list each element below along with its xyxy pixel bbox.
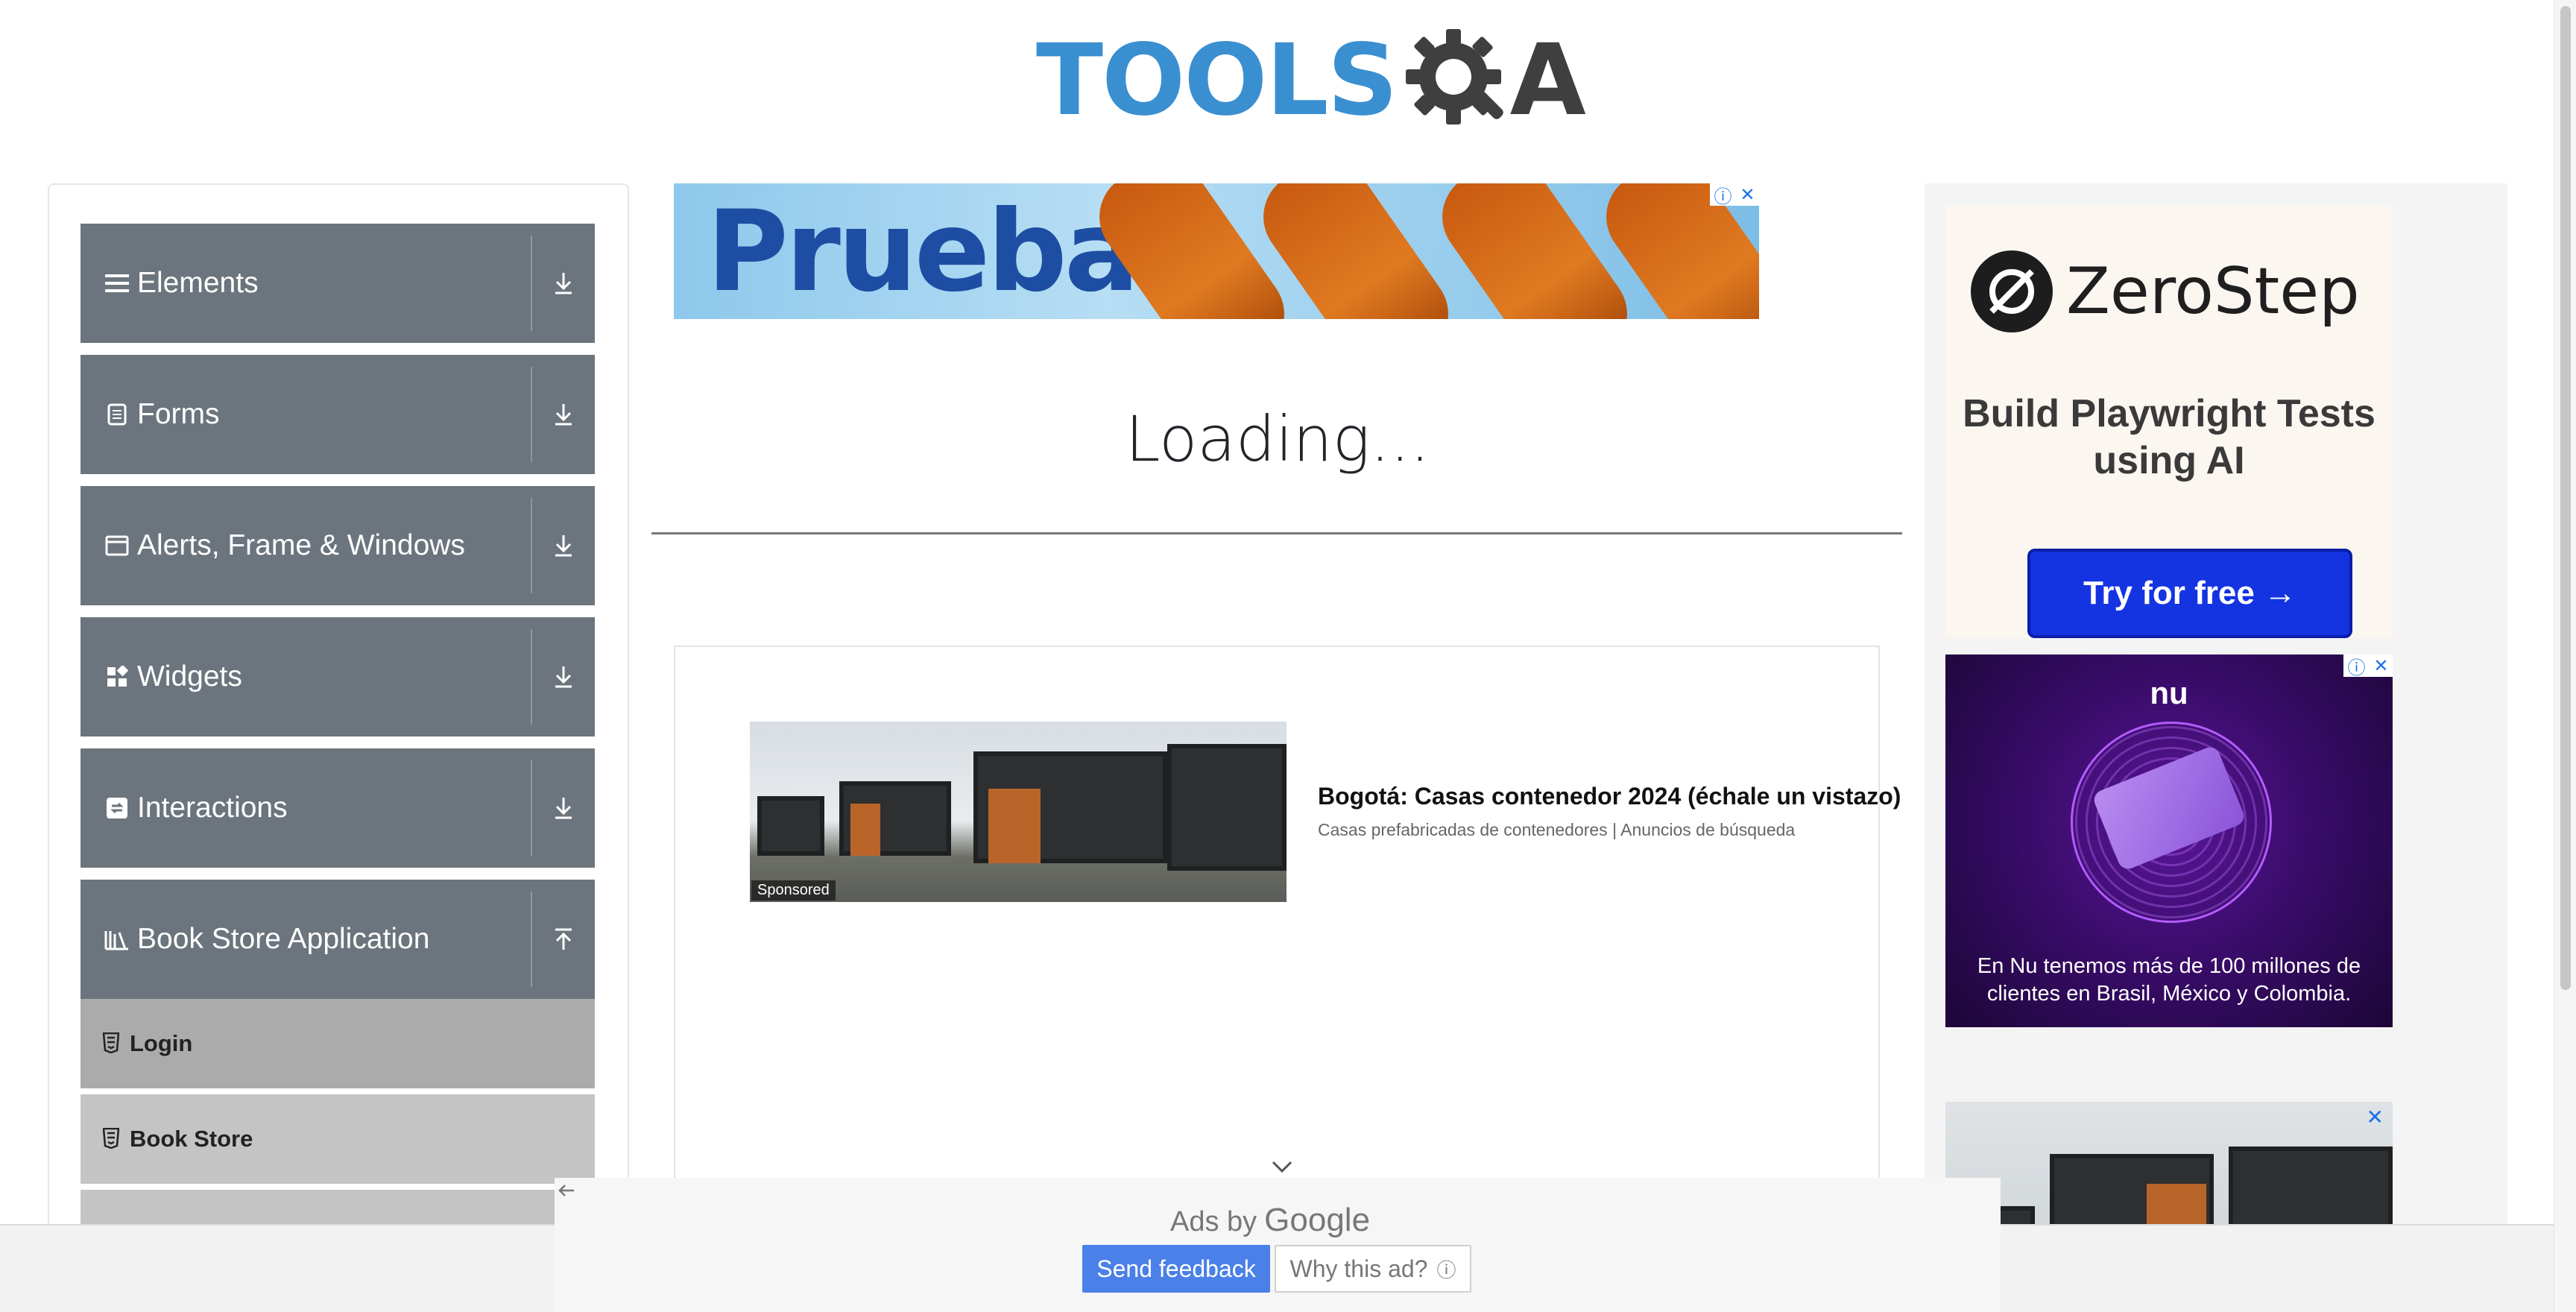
- sidebar-group-label: Elements: [137, 267, 259, 299]
- info-icon[interactable]: ⓘ: [2347, 655, 2365, 679]
- sidebar-item-label: Book Store: [130, 1126, 253, 1152]
- wood-panel: [988, 789, 1041, 863]
- document-icon: [104, 402, 130, 427]
- zerostep-logo: ZeroStep: [1971, 250, 2360, 332]
- download-arrow-icon[interactable]: [532, 617, 595, 737]
- nu-logo: nu: [2150, 675, 2188, 710]
- scrollbar-thumb[interactable]: [2560, 6, 2571, 990]
- sidebar-item-login[interactable]: Login: [80, 999, 595, 1091]
- sidebar-item-label: Login: [130, 1030, 193, 1056]
- sponsored-badge: Sponsored: [751, 880, 836, 901]
- arrow-left-icon[interactable]: [558, 1179, 575, 1203]
- google-wordmark: Google: [1264, 1202, 1371, 1238]
- close-icon[interactable]: ✕: [1740, 184, 1755, 206]
- try-for-free-button[interactable]: Try for free →: [2027, 549, 2352, 638]
- html5-icon: [102, 1032, 122, 1055]
- why-this-ad-label: Why this ad?: [1289, 1255, 1428, 1282]
- download-arrow-icon[interactable]: [532, 748, 595, 868]
- sidebar-group-label: Alerts, Frame & Windows: [137, 529, 465, 561]
- left-sidebar: Elements Forms Alerts, Frame & Windows W…: [48, 183, 629, 1312]
- sponsored-ad[interactable]: Sponsored Bogotá: Casas contenedor 2024 …: [750, 722, 1942, 903]
- gear-magnifier-icon: [1401, 25, 1513, 136]
- close-icon[interactable]: ✕: [2373, 655, 2388, 677]
- ad-choices-close[interactable]: ⓘ ✕: [2343, 655, 2393, 679]
- ads-by-google: Ads by Google: [1170, 1202, 1370, 1239]
- sidebar-group-interactions[interactable]: Interactions: [80, 748, 595, 868]
- window-icon: [104, 533, 130, 558]
- why-this-ad-button[interactable]: Why this ad? ⓘ: [1275, 1245, 1471, 1293]
- sponsored-ad-title[interactable]: Bogotá: Casas contenedor 2024 (échale un…: [1318, 783, 1901, 810]
- content-divider: [651, 532, 1902, 534]
- sidebar-item-book-store[interactable]: Book Store: [80, 1094, 595, 1187]
- download-arrow-icon[interactable]: [532, 224, 595, 343]
- close-icon[interactable]: ✕: [2367, 1105, 2384, 1129]
- sidebar-group-widgets[interactable]: Widgets: [80, 617, 595, 737]
- container-house-image[interactable]: Sponsored: [750, 722, 1287, 902]
- sidebar-group-label: Interactions: [137, 792, 288, 824]
- ad-choices-close[interactable]: ⓘ ✕: [1710, 183, 1759, 208]
- banner-ad[interactable]: Prueba ⓘ ✕: [674, 183, 1759, 319]
- sidebar-group-forms[interactable]: Forms: [80, 355, 595, 474]
- zerostep-ad[interactable]: ZeroStep Build Playwright Tests using AI…: [1945, 206, 2393, 638]
- zerostep-headline: Build Playwright Tests using AI: [1963, 392, 2375, 483]
- house-block: [757, 796, 824, 856]
- ads-by-label: Ads by: [1170, 1206, 1257, 1237]
- logo-text-a: A: [1509, 23, 1586, 138]
- sidebar-group-label: Book Store Application: [137, 923, 430, 955]
- logo-text-tools: TOOLS: [1036, 23, 1398, 138]
- info-icon[interactable]: ⓘ: [1714, 183, 1731, 208]
- sidebar-group-alerts-frame-windows[interactable]: Alerts, Frame & Windows: [80, 486, 595, 605]
- wood-panel: [850, 804, 880, 856]
- interactions-icon: [104, 795, 130, 821]
- library-icon: [104, 927, 130, 952]
- sidebar-group-label: Forms: [137, 398, 220, 430]
- right-ad-column: ZeroStep Build Playwright Tests using AI…: [1925, 183, 2507, 1312]
- sponsored-ad-subtitle[interactable]: Casas prefabricadas de contenedores | An…: [1318, 820, 1795, 840]
- page-scrollbar[interactable]: [2554, 0, 2576, 1312]
- widgets-icon: [104, 664, 130, 690]
- house-block: [1167, 744, 1287, 871]
- zerostep-brand: ZeroStep: [2066, 254, 2360, 329]
- chevron-down-icon[interactable]: [1272, 1154, 1292, 1179]
- loading-text: Loading...: [1125, 403, 1430, 476]
- zerostep-logo-icon: [1971, 250, 2053, 332]
- sidebar-group-elements[interactable]: Elements: [80, 224, 595, 343]
- upload-arrow-icon[interactable]: [532, 880, 595, 999]
- download-arrow-icon[interactable]: [532, 486, 595, 605]
- download-arrow-icon[interactable]: [532, 355, 595, 474]
- html5-icon: [102, 1127, 122, 1150]
- sidebar-group-label: Widgets: [137, 660, 242, 693]
- info-icon: ⓘ: [1436, 1258, 1456, 1281]
- send-feedback-button[interactable]: Send feedback: [1082, 1245, 1270, 1293]
- nu-ad-text: En Nu tenemos más de 100 millones de cli…: [1977, 954, 2361, 1006]
- sidebar-group-book-store-application[interactable]: Book Store Application: [80, 880, 595, 999]
- toolsqa-logo[interactable]: TOOLS A: [1036, 21, 1586, 140]
- banner-ad-headline: Prueba: [707, 187, 1140, 317]
- nu-ad[interactable]: nu En Nu tenemos más de 100 millones de …: [1945, 655, 2393, 1027]
- hamburger-icon: [104, 271, 130, 296]
